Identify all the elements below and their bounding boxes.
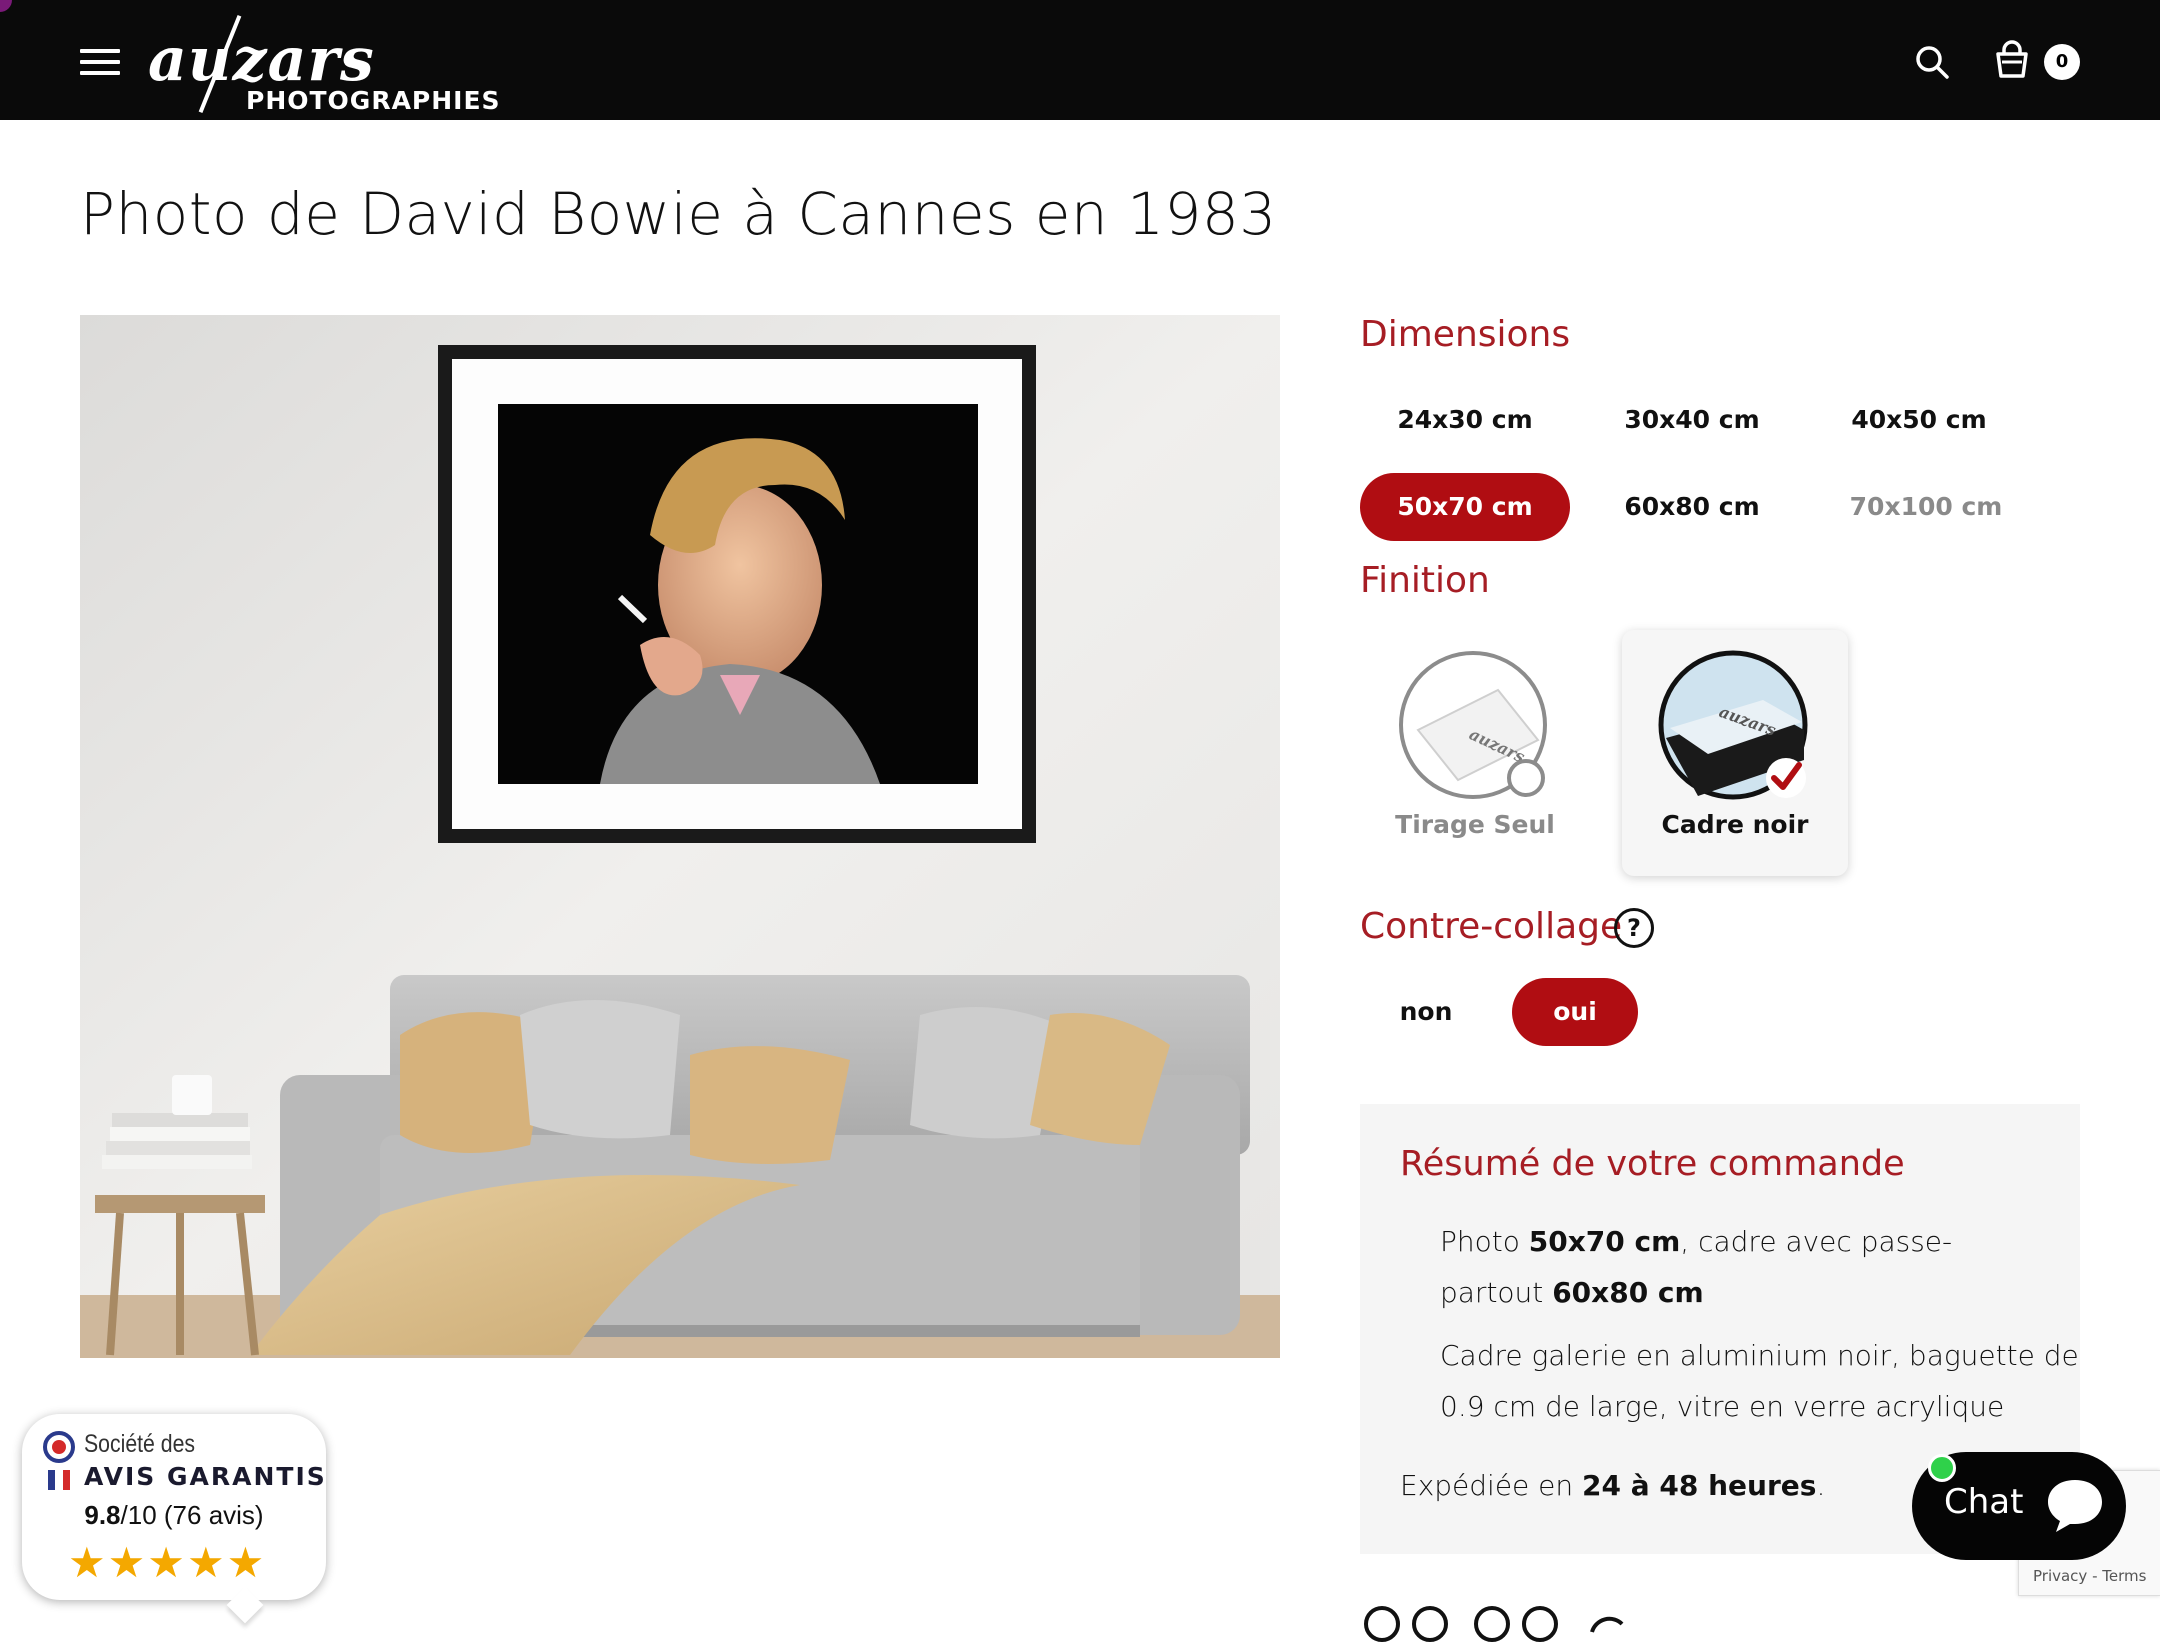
summary-photo-line: Photo 50x70 cm, cadre avec passe- xyxy=(1440,1225,1953,1258)
price-cutoff xyxy=(1362,1592,1662,1652)
avis-score: 9.8/10 (76 avis) xyxy=(84,1500,264,1530)
room-mockup-illustration xyxy=(80,315,1280,1358)
contre-collage-heading: Contre-collage xyxy=(1360,906,1623,947)
site-header: auzars PHOTOGRAPHIES 0 xyxy=(0,0,2160,120)
question-circle-icon[interactable]: ? xyxy=(1614,908,1654,948)
finish-label-cadre-noir: Cadre noir xyxy=(1661,810,1809,839)
avis-line-societe: Société des xyxy=(84,1430,196,1458)
chat-label: Chat xyxy=(1944,1482,2024,1522)
finish-option-cadre-noir[interactable]: auzars Cadre noir xyxy=(1622,630,1848,876)
size-option-60x80[interactable]: 60x80 cm xyxy=(1587,473,1797,541)
chat-bubble-icon xyxy=(2048,1480,2102,1532)
hamburger-menu-icon[interactable] xyxy=(80,49,120,75)
product-image[interactable] xyxy=(80,315,1280,1358)
summary-frame-line-2: 0.9 cm de large, vitre en verre acryliqu… xyxy=(1440,1390,2005,1423)
site-logo[interactable]: auzars PHOTOGRAPHIES xyxy=(148,12,528,116)
page-title: Photo de David Bowie à Cannes en 1983 xyxy=(80,180,1277,248)
mounting-option-non[interactable]: non xyxy=(1360,978,1492,1046)
search-icon[interactable] xyxy=(1914,44,1950,80)
logo-wordmark: auzars xyxy=(148,25,375,95)
size-option-30x40[interactable]: 30x40 cm xyxy=(1587,386,1797,454)
print-only-icon: auzars xyxy=(1399,651,1547,799)
order-summary-title: Résumé de votre commande xyxy=(1400,1144,1905,1184)
black-frame-icon: auzars xyxy=(1658,650,1808,800)
size-option-50x70[interactable]: 50x70 cm xyxy=(1360,473,1570,541)
cart-count-badge[interactable]: 0 xyxy=(2044,44,2080,80)
recaptcha-links[interactable]: Privacy - Terms xyxy=(2033,1567,2146,1585)
shopping-basket-icon[interactable] xyxy=(1994,40,2030,80)
finition-heading: Finition xyxy=(1360,560,1490,601)
avis-garantis-logo-icon xyxy=(43,1431,75,1490)
notification-dot xyxy=(0,0,12,12)
summary-passe-partout-line: partout 60x80 cm xyxy=(1440,1276,1704,1309)
finish-label-tirage-seul: Tirage Seul xyxy=(1395,810,1555,839)
size-option-24x30[interactable]: 24x30 cm xyxy=(1360,386,1570,454)
summary-frame-line-1: Cadre galerie en aluminium noir, baguett… xyxy=(1440,1339,2079,1372)
online-status-dot xyxy=(1928,1454,1956,1482)
avis-line-brand: AVIS GARANTIS xyxy=(84,1462,327,1491)
dimensions-heading: Dimensions xyxy=(1360,314,1571,355)
size-option-70x100[interactable]: 70x100 cm xyxy=(1814,473,2038,541)
mounting-option-oui[interactable]: oui xyxy=(1512,978,1638,1046)
finish-option-tirage-seul[interactable]: auzars Tirage Seul xyxy=(1362,630,1588,876)
size-option-40x50[interactable]: 40x50 cm xyxy=(1814,386,2024,454)
logo-subtitle: PHOTOGRAPHIES xyxy=(246,86,501,115)
avis-garantis-widget[interactable]: Société des AVIS GARANTIS 9.8/10 (76 avi… xyxy=(22,1414,326,1600)
avis-stars-rating: ★★★★★ xyxy=(68,1538,267,1587)
price-glyph-tops xyxy=(1364,1606,1624,1642)
summary-shipping-line: Expédiée en 24 à 48 heures. xyxy=(1400,1469,1826,1502)
